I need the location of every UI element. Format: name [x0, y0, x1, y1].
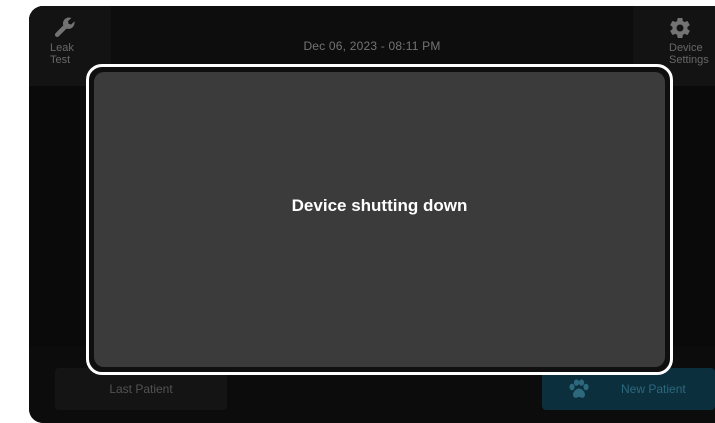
shutdown-dialog-body: Device shutting down [94, 72, 665, 367]
app-frame: Leak Test Dec 06, 2023 - 08:11 PM Device… [0, 0, 715, 423]
shutdown-dialog: Device shutting down [86, 64, 673, 375]
shutdown-message: Device shutting down [291, 196, 468, 215]
